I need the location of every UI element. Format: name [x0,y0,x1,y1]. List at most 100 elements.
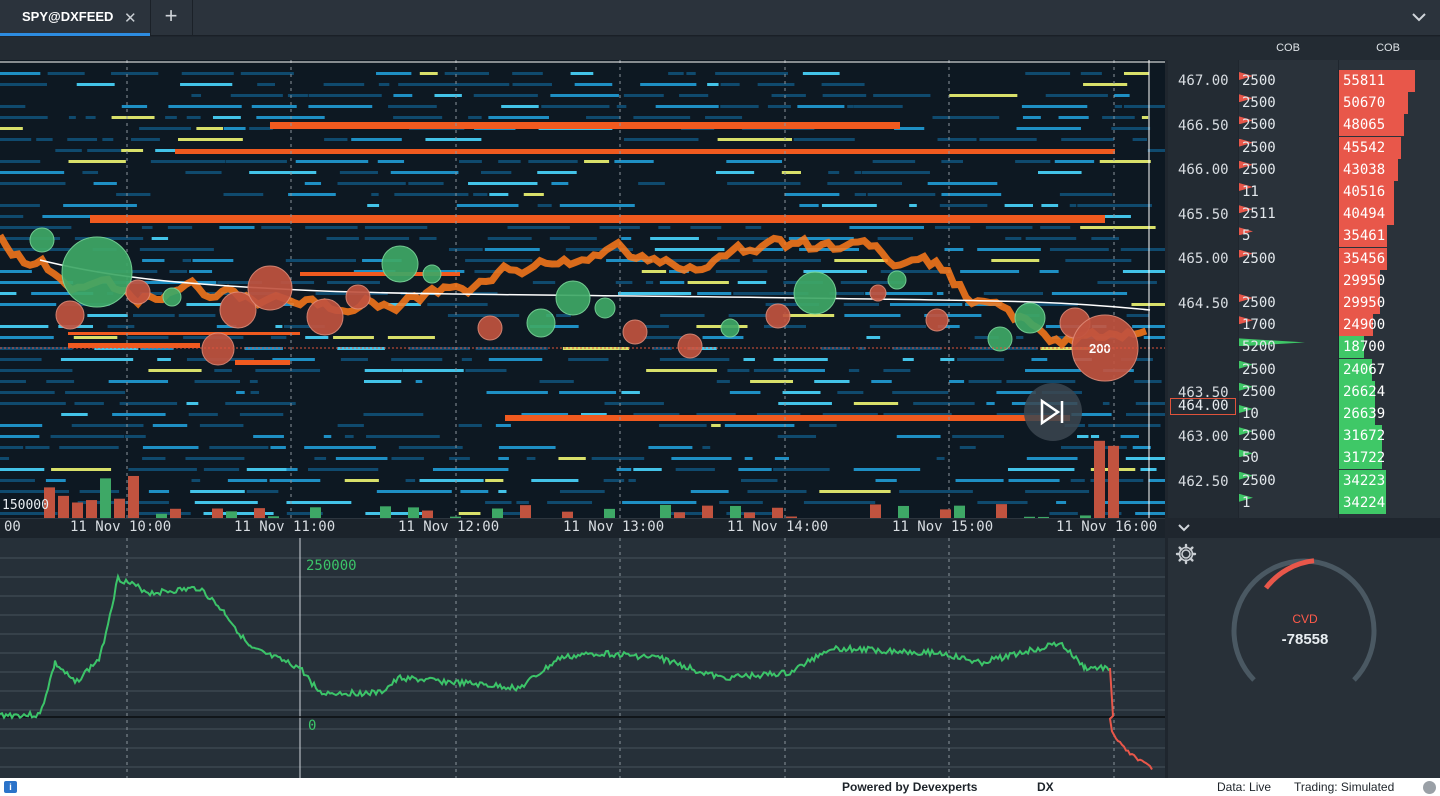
liquidity-cell [1040,226,1071,229]
info-icon[interactable]: i [4,781,17,793]
liquidity-cell [275,325,283,328]
close-icon[interactable]: ✕ [124,9,137,27]
trade-bubble[interactable] [125,279,151,305]
liquidity-cell [1008,479,1060,482]
trade-bubble[interactable] [61,236,133,308]
tab-divider [150,0,151,36]
liquidity-cell [194,501,258,504]
liquidity-cell [93,182,117,185]
liquidity-cell [194,380,240,383]
liquidity-cell [246,468,287,471]
cob-row: 26639 [1339,403,1440,425]
cob-row: 1 [1239,492,1338,514]
trade-bubble[interactable] [887,270,907,290]
liquidity-cell [675,468,715,471]
liquidity-cell [68,160,126,163]
liquidity-cell [528,160,578,163]
trade-bubble[interactable] [201,332,235,366]
trade-bubble[interactable] [29,227,55,253]
trade-bubble[interactable] [381,245,419,283]
liquidity-cell [0,435,40,438]
cob-value: 55811 [1343,73,1386,89]
tab-spy-dxfeed[interactable]: SPY@DXFEED ✕ [0,0,150,36]
volume-bar [114,498,125,518]
trade-bubble[interactable] [162,287,182,307]
trade-bubble[interactable] [765,303,791,329]
cvd-panel[interactable]: 250000 0 [0,538,1165,778]
chevron-down-icon[interactable] [1408,6,1430,28]
liquidity-cell [724,424,795,427]
liquidity-cell [531,479,579,482]
liquidity-cell [650,237,699,240]
trade-bubble[interactable] [869,284,887,302]
trade-bubble[interactable] [306,298,344,336]
liquidity-cell [753,369,789,372]
trade-bubble[interactable] [594,297,616,319]
trade-bubble[interactable] [555,280,591,316]
liquidity-cell [707,83,719,86]
trade-bubble[interactable] [526,308,556,338]
liquidity-cell [512,72,543,75]
liquidity-cell [628,479,636,482]
liquidity-cell [727,369,750,372]
liquidity-cell [0,116,48,119]
liquidity-cell [1095,501,1165,504]
liquidity-cell [977,248,1041,251]
liquidity-cell [130,138,160,141]
liquidity-cell [427,303,488,306]
trade-bubble[interactable] [1014,302,1046,334]
liquidity-cell [112,413,166,416]
trade-bubble[interactable] [720,318,740,338]
liquidity-cell [827,182,903,185]
trade-bubble[interactable] [247,265,293,311]
liquidity-cell [501,105,539,108]
liquidity-cell [68,116,76,119]
liquidity-cell [132,314,175,317]
liquidity-cell [1025,72,1071,75]
liquidity-cell [784,193,840,196]
liquidity-cell [985,226,1033,229]
trade-bubble[interactable] [622,319,648,345]
cob-value: 43038 [1343,161,1386,178]
liquidity-cell [1065,259,1132,262]
liquidity-cell [0,292,17,295]
trade-bubble[interactable] [925,308,949,332]
trade-bubble[interactable] [793,271,837,315]
liquidity-cell [465,369,507,372]
liquidity-cell [1058,116,1089,119]
time-tick: 11 Nov 14:00 [727,519,829,535]
price-axis[interactable]: 467.00 466.50 466.00 465.50 465.00 464.5… [1168,60,1238,518]
liquidity-cell [225,402,296,405]
skip-forward-icon[interactable] [1024,383,1082,441]
liquidity-cell [638,182,665,185]
liquidity-cell [495,424,511,427]
order-book-heatmap[interactable]: 200 150000 [0,60,1165,520]
liquidity-cell [604,402,664,405]
liquidity-cell [46,380,75,383]
liquidity-cell [128,468,197,471]
trade-bubble[interactable] [422,264,442,284]
trade-bubble[interactable] [345,284,371,310]
trade-bubble[interactable] [987,326,1013,352]
liquidity-cell [249,380,258,383]
trade-bubble[interactable] [477,315,503,341]
liquidity-cell [0,270,32,273]
gear-icon[interactable] [1175,543,1197,565]
liquidity-cell [1054,160,1095,163]
trade-bubble[interactable] [677,333,703,359]
liquidity-cell [1077,204,1152,207]
liquidity-cell [209,446,269,449]
cob-right-column: 55811 50670 48065 45542 43038 40516 40494 35461… [1339,60,1440,518]
liquidity-cell [391,358,443,361]
chart-header-strip [0,37,1440,60]
liquidity-cell [402,369,464,372]
trade-bubble[interactable] [55,300,85,330]
liquidity-cell [1132,138,1148,141]
cob-size: 1 [1242,494,1251,511]
liquidity-cell [1041,204,1059,207]
plus-icon[interactable]: + [160,5,182,27]
chevron-down-icon[interactable] [1176,521,1192,535]
liquidity-cell [225,160,287,163]
liquidity-cell [932,116,1000,119]
liquidity-cell [148,369,202,372]
